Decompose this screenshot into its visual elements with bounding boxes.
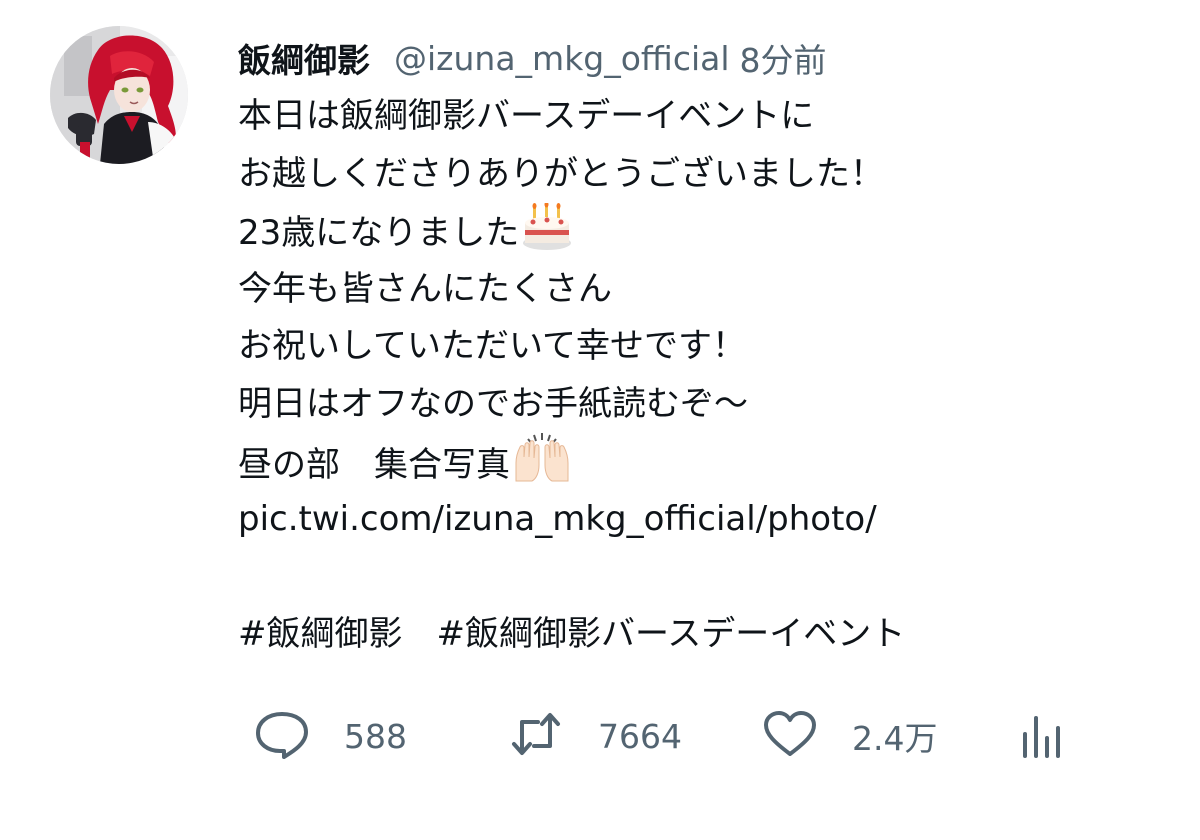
tweet-text-segment: 昼の部 集合写真: [238, 445, 510, 485]
retweet-arrows-icon: [508, 708, 564, 764]
tweet[interactable]: 飯綱御影 @izuna_mkg_official 8分前 本日は飯綱御影バースデ…: [0, 0, 1200, 840]
avatar[interactable]: [50, 26, 188, 164]
tweet-body: 本日は飯綱御影バースデーイベントに お越しくださりありがとうございました！ 23…: [238, 88, 1168, 663]
display-name[interactable]: 飯綱御影: [238, 34, 370, 82]
like-count: 2.4万: [852, 719, 938, 758]
tweet-text-line: 本日は飯綱御影バースデーイベントに: [238, 96, 815, 136]
like-button[interactable]: 2.4万: [762, 708, 1016, 764]
heart-icon: [762, 708, 818, 764]
retweet-button[interactable]: 7664: [508, 708, 762, 764]
speech-bubble-icon: [254, 708, 310, 764]
avatar-image: [50, 26, 188, 164]
reply-count: 588: [344, 716, 407, 756]
action-bar: 588 7664 2.4万: [254, 706, 1074, 766]
timestamp[interactable]: 8分前: [740, 34, 827, 82]
hashtag-link[interactable]: #飯綱御影: [238, 614, 403, 654]
views-button[interactable]: [1020, 708, 1064, 764]
tweet-text-segment: 23歳になりました: [238, 213, 520, 253]
bar-chart-icon: [1020, 708, 1064, 764]
retweet-count: 7664: [598, 716, 682, 756]
media-link[interactable]: pic.twi.com/izuna_mkg_official/photo/: [238, 499, 877, 539]
tweet-text-line: pic.twi.com/izuna_mkg_official/photo/: [238, 491, 1168, 549]
hashtag-line: #飯綱御影 #飯綱御影バースデーイベント: [238, 606, 1168, 664]
tweet-text-line: 23歳になりました: [238, 201, 1168, 261]
tweet-header: 飯綱御影 @izuna_mkg_official 8分前: [238, 30, 827, 86]
tweet-text-line: 今年も皆さんにたくさん: [238, 268, 612, 309]
tweet-text-line: お越しくださりありがとうございました！: [238, 153, 884, 194]
birthday-cake-icon: [521, 201, 573, 270]
tweet-text-line: 明日はオフなのでお手紙読むぞ〜: [238, 383, 748, 424]
tweet-text-line: お祝いしていただいて幸せです！: [238, 326, 746, 366]
hashtag-link[interactable]: #飯綱御影バースデーイベント: [437, 614, 906, 654]
reply-button[interactable]: 588: [254, 708, 508, 764]
tweet-text-line: 昼の部 集合写真: [238, 433, 1168, 491]
user-handle[interactable]: @izuna_mkg_official: [394, 39, 730, 78]
